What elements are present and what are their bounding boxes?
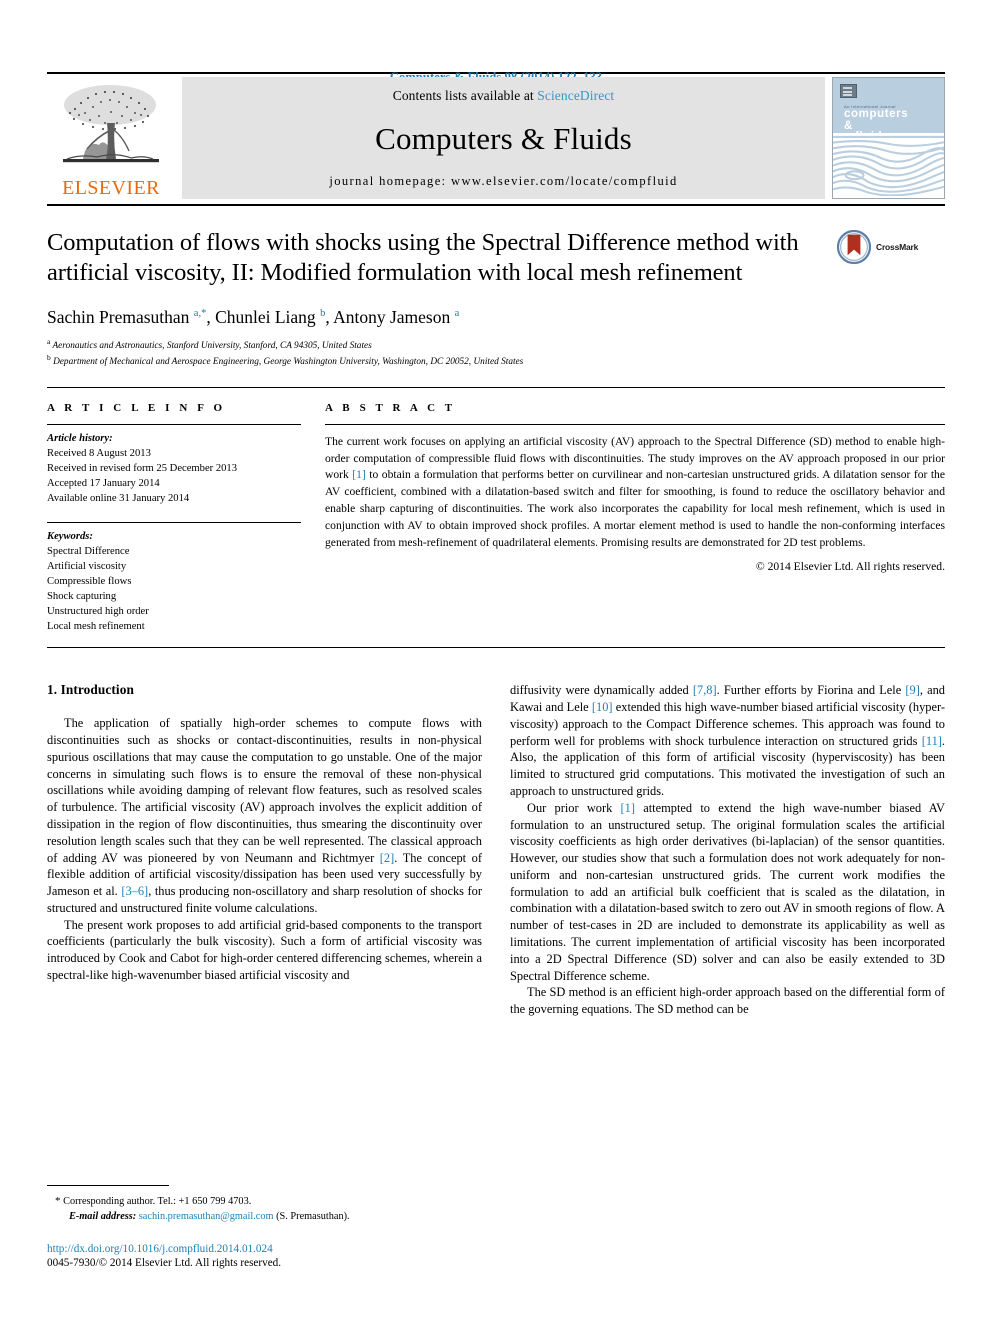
body-columns: 1. Introduction The application of spati…	[47, 682, 945, 1112]
body-column-right: diffusivity were dynamically added [7,8]…	[510, 682, 945, 1112]
affiliation-b: b Department of Mechanical and Aerospace…	[47, 353, 524, 368]
body-paragraph: The present work proposes to add artific…	[47, 917, 482, 983]
affiliation-a-text: Aeronautics and Astronautics, Stanford U…	[52, 340, 372, 351]
body-paragraph: Our prior work [1] attempted to extend t…	[510, 800, 945, 983]
crossmark-badge[interactable]: CrossMark	[837, 228, 945, 264]
page-footer: * Corresponding author. Tel.: +1 650 799…	[47, 1184, 487, 1271]
email-suffix: (S. Premasuthan).	[276, 1211, 350, 1223]
history-item: Received in revised form 25 December 201…	[47, 462, 238, 474]
issn-copyright-line: 0045-7930/© 2014 Elsevier Ltd. All right…	[47, 1257, 282, 1270]
sciencedirect-link[interactable]: ScienceDirect	[537, 88, 614, 103]
elsevier-tree-icon	[63, 85, 159, 163]
keyword-item: Shock capturing	[47, 591, 117, 603]
masthead-center: Contents lists available at ScienceDirec…	[182, 77, 825, 199]
email-line: E-mail address: sachin.premasuthan@gmail…	[47, 1209, 487, 1224]
corresponding-author-note: * Corresponding author. Tel.: +1 650 799…	[47, 1193, 487, 1225]
affiliation-b-text: Department of Mechanical and Aerospace E…	[53, 357, 524, 368]
body-paragraph: The SD method is an efficient high-order…	[510, 985, 945, 1017]
elsevier-wordmark: ELSEVIER	[62, 177, 160, 199]
article-info-heading: A R T I C L E I N F O	[47, 401, 226, 414]
article-history-block: Article history: Received 8 August 2013 …	[47, 425, 301, 506]
article-info-column: A R T I C L E I N F O Article history: R…	[47, 402, 319, 634]
body-column-left: 1. Introduction The application of spati…	[47, 682, 482, 1112]
keyword-item: Compressible flows	[47, 576, 132, 587]
abstract-copyright: © 2014 Elsevier Ltd. All rights reserved…	[755, 560, 945, 574]
keyword-item: Local mesh refinement	[47, 621, 145, 633]
article-page: Computers & Fluids 98 (2014) 122–133	[0, 0, 992, 1323]
info-abstract-band: A R T I C L E I N F O Article history: R…	[47, 386, 945, 649]
abstract-text: The current work focuses on applying an …	[325, 434, 945, 549]
keyword-item: Spectral Difference	[47, 545, 130, 557]
contents-available-line: Contents lists available at ScienceDirec…	[393, 88, 615, 104]
affiliation-a: a Aeronautics and Astronautics, Stanford…	[47, 336, 372, 351]
abstract-column: A B S T R A C T The current work focuses…	[319, 402, 945, 634]
abstract-heading: A B S T R A C T	[325, 401, 456, 414]
crossmark-icon	[837, 230, 871, 264]
journal-masthead: ELSEVIER Contents lists available at Sci…	[47, 72, 945, 202]
history-item: Received 8 August 2013	[47, 447, 151, 459]
cover-chip-icon	[840, 84, 857, 98]
cover-wave-pattern-icon	[833, 133, 944, 197]
section-heading-introduction: 1. Introduction	[47, 682, 134, 698]
running-head: Computers & Fluids 98 (2014) 122–133	[47, 0, 945, 84]
journal-homepage-line[interactable]: journal homepage: www.elsevier.com/locat…	[329, 174, 677, 189]
article-history-label: Article history:	[47, 432, 113, 444]
keywords-block: Keywords: Spectral Difference Artificial…	[47, 523, 301, 634]
keyword-item: Unstructured high order	[47, 606, 149, 618]
title-text-wrap: Computation of flows with shocks using t…	[47, 228, 837, 288]
history-item: Accepted 17 January 2014	[47, 477, 160, 489]
affiliations: a Aeronautics and Astronautics, Stanford…	[47, 337, 945, 370]
doi-link[interactable]: http://dx.doi.org/10.1016/j.compfluid.20…	[47, 1242, 487, 1257]
email-link[interactable]: sachin.premasuthan@gmail.com	[139, 1211, 274, 1222]
email-label: E-mail address:	[69, 1211, 137, 1223]
keyword-item: Artificial viscosity	[47, 560, 127, 572]
cover-word-ampersand: &	[844, 120, 853, 132]
crossmark-label: CrossMark	[876, 242, 919, 252]
footnote-rule	[47, 1184, 169, 1186]
keywords-label: Keywords:	[47, 530, 93, 542]
page-title: Computation of flows with shocks using t…	[47, 229, 799, 286]
history-item: Available online 31 January 2014	[47, 492, 190, 504]
journal-cover-thumbnail: An International Journal computers & flu…	[832, 77, 945, 199]
contents-prefix: Contents lists available at	[392, 88, 538, 103]
body-paragraph: diffusivity were dynamically added [7,8]…	[510, 683, 945, 798]
journal-title: Computers & Fluids	[375, 121, 632, 156]
cover-top-band: An International Journal computers & flu…	[833, 78, 944, 143]
elsevier-logo: ELSEVIER	[47, 74, 175, 202]
corresponding-author-line: * Corresponding author. Tel.: +1 650 799…	[55, 1194, 252, 1207]
cover-word-computers: computers	[844, 108, 909, 120]
title-block: Computation of flows with shocks using t…	[47, 204, 945, 288]
author-list: Sachin Premasuthan a,*, Chunlei Liang b,…	[47, 306, 460, 327]
body-paragraph: The application of spatially high-order …	[47, 716, 483, 915]
